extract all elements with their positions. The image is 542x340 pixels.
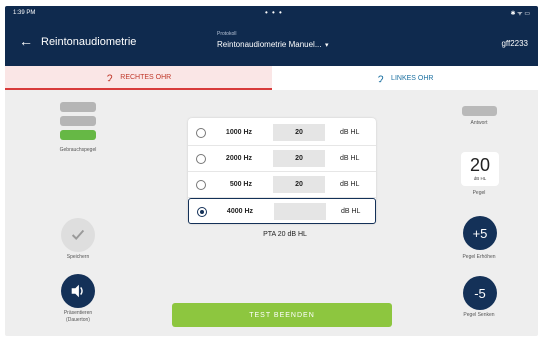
increase-level-label: Pegel Erhöhen (462, 254, 496, 260)
system-icons: ✱ ᯤ ▭ (510, 11, 530, 17)
status-time: 1:39 PM (13, 10, 36, 16)
comfort-level-label: Gebrauchspegel (59, 147, 97, 153)
speaker-icon (71, 284, 83, 298)
level-bar-1 (60, 102, 96, 112)
back-arrow-icon[interactable]: ← (19, 33, 33, 49)
frequency-unit: dB HL (340, 129, 360, 136)
frequency-unit: dB HL (340, 181, 360, 188)
tab-right-ear[interactable]: RECHTES OHR (5, 66, 272, 90)
app-frame: 1:39 PM • • • ✱ ᯤ ▭ ← Reintonaudiometrie… (5, 6, 538, 336)
protocol-dropdown[interactable]: Reintonaudiometrie Manuel... (217, 40, 322, 49)
frequency-list: 1000 Hz 20 dB HL 2000 Hz 20 dB HL 500 Hz… (188, 118, 376, 224)
app-bar: ← Reintonaudiometrie Protokoll Reintonau… (5, 20, 538, 66)
user-id: gff2233 (501, 39, 528, 48)
tab-right-ear-label: RECHTES OHR (120, 73, 172, 81)
level-bar-2 (60, 116, 96, 126)
decrease-level-button[interactable]: -5 (463, 276, 497, 310)
status-bar: 1:39 PM • • • ✱ ᯤ ▭ (5, 6, 538, 20)
frequency-label: 4000 Hz (226, 208, 253, 215)
tab-left-ear-label: LINKES OHR (391, 74, 434, 82)
frequency-row[interactable]: 500 Hz 20 dB HL (188, 172, 376, 198)
frequency-threshold-value: 20 (273, 124, 325, 141)
present-tone-button[interactable] (61, 274, 95, 308)
frequency-label: 500 Hz (229, 181, 252, 188)
ear-icon (107, 73, 113, 81)
level-unit: dB HL (473, 176, 487, 181)
level-label: Pegel (472, 190, 486, 196)
frequency-threshold-value: 20 (273, 150, 325, 167)
save-button[interactable] (61, 218, 95, 252)
level-bar-3 (60, 130, 96, 140)
frequency-unit: dB HL (341, 208, 361, 215)
ear-icon (378, 74, 384, 82)
frequency-row-selected[interactable]: 4000 Hz dB HL (188, 198, 376, 224)
frequency-row[interactable]: 2000 Hz 20 dB HL (188, 146, 376, 172)
frequency-unit: dB HL (340, 155, 360, 162)
frequency-radio[interactable] (196, 128, 206, 138)
pta-result: PTA 20 dB HL (263, 231, 307, 238)
answer-label: Antwort (470, 120, 488, 126)
page-title: Reintonaudiometrie (41, 36, 137, 48)
more-dots-icon: • • • (265, 8, 283, 17)
save-label: Speichern (66, 254, 90, 260)
level-display: 20 dB HL (461, 152, 499, 186)
protocol-label: Protokoll (217, 31, 237, 37)
frequency-radio-selected[interactable] (197, 207, 207, 217)
tab-left-ear[interactable]: LINKES OHR (271, 66, 538, 90)
answer-indicator (462, 106, 497, 116)
frequency-radio[interactable] (196, 154, 206, 164)
increase-level-button[interactable]: +5 (463, 216, 497, 250)
present-label-2: (Dauerton) (66, 317, 90, 323)
frequency-threshold-value: 20 (273, 176, 325, 193)
chevron-down-icon[interactable]: ▾ (325, 41, 329, 49)
level-value: 20 (469, 155, 491, 175)
frequency-threshold-value (274, 203, 326, 220)
frequency-radio[interactable] (196, 180, 206, 190)
present-label-1: Präsentieren (63, 310, 93, 316)
frequency-label: 1000 Hz (225, 129, 252, 136)
test-end-button[interactable]: TEST BEENDEN (172, 303, 392, 327)
frequency-label: 2000 Hz (225, 155, 252, 162)
ear-tabs: RECHTES OHR LINKES OHR (5, 66, 538, 90)
frequency-row[interactable]: 1000 Hz 20 dB HL (188, 120, 376, 146)
decrease-level-label: Pegel Senken (463, 312, 495, 318)
checkmark-icon (71, 229, 85, 241)
